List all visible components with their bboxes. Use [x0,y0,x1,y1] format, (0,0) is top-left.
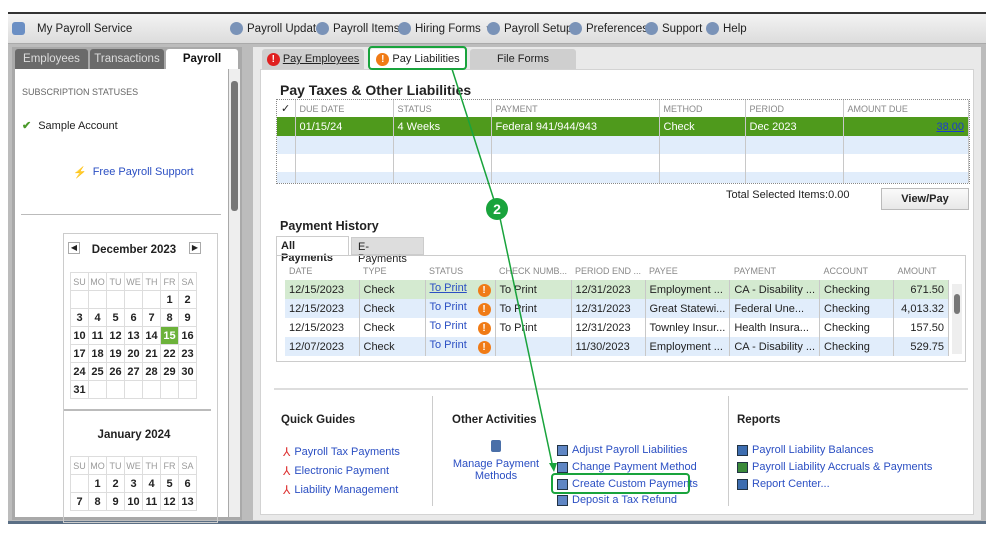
highlight-create-custom-payments [551,473,690,494]
annotation-line [451,68,495,201]
highlight-pay-liabilities [368,46,467,70]
step-number: 2 [493,201,501,217]
annotation-overlay: 2 [368,46,690,494]
annotation-arrow [499,217,554,469]
arrow-head [549,463,557,472]
